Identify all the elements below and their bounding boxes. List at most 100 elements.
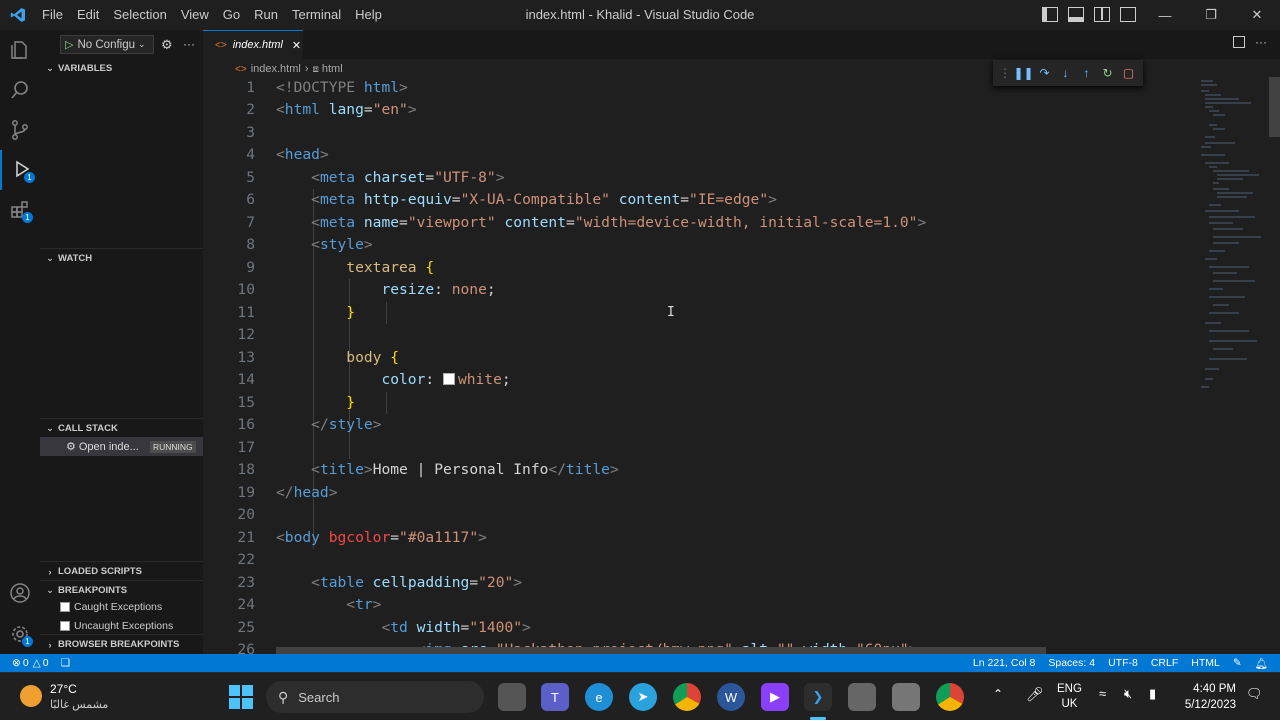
step-into-icon[interactable]: ↓: [1055, 66, 1076, 80]
window-title: index.html - Khalid - Visual Studio Code: [525, 7, 755, 22]
customize-layout-icon[interactable]: [1120, 7, 1136, 22]
weather-text[interactable]: مشمس غالبًا: [50, 698, 108, 711]
weather-icon[interactable]: [20, 685, 42, 707]
chrome-profile-icon[interactable]: [936, 683, 964, 711]
restart-icon[interactable]: ↻: [1097, 66, 1118, 80]
watch-header[interactable]: ⌄ WATCH: [40, 248, 203, 268]
microphone-icon[interactable]: 🎤︎: [1026, 686, 1044, 703]
split-editor-icon[interactable]: [1233, 36, 1245, 48]
call-stack-header[interactable]: ⌄ CALL STACK: [40, 418, 203, 438]
warning-icon[interactable]: △: [33, 657, 41, 669]
clock-date: 5/12/2023: [1184, 699, 1236, 711]
search-icon[interactable]: [0, 70, 40, 110]
accounts-icon[interactable]: [0, 573, 40, 613]
close-button[interactable]: ✕: [1234, 0, 1280, 30]
temperature[interactable]: 27°C: [50, 682, 77, 696]
pause-icon[interactable]: ❚❚: [1013, 66, 1034, 80]
menu-selection[interactable]: Selection: [106, 7, 173, 22]
encoding[interactable]: UTF-8: [1108, 657, 1138, 669]
menu-terminal[interactable]: Terminal: [285, 7, 348, 22]
code-editor[interactable]: 1 <!DOCTYPE html> 2 <html lang="en"> 3 4…: [203, 77, 1203, 654]
horizontal-scrollbar[interactable]: [276, 647, 1046, 654]
volume-muted-icon[interactable]: 🔇︎: [1124, 686, 1132, 702]
toggle-primary-sidebar-icon[interactable]: [1042, 7, 1058, 22]
line-number: 26: [237, 641, 255, 654]
windows-start-icon[interactable]: [229, 685, 253, 709]
explorer-icon[interactable]: [0, 30, 40, 70]
run-debug-icon[interactable]: 1: [0, 150, 40, 190]
menu-file[interactable]: File: [35, 7, 70, 22]
clock[interactable]: 4:40 PM 5/12/2023: [1180, 681, 1236, 713]
step-out-icon[interactable]: ↑: [1076, 66, 1097, 80]
browser-breakpoints-header[interactable]: › BROWSER BREAKPOINTS: [40, 634, 203, 654]
menu-run[interactable]: Run: [247, 7, 285, 22]
restore-button[interactable]: ❐: [1188, 0, 1234, 30]
menu-view[interactable]: View: [174, 7, 216, 22]
loaded-scripts-header[interactable]: › LOADED SCRIPTS: [40, 561, 203, 581]
editor-more-actions-icon[interactable]: ···: [1255, 35, 1267, 49]
uncaught-exceptions-checkbox[interactable]: [60, 621, 70, 631]
language-indicator[interactable]: ENG UK: [1057, 682, 1082, 712]
app-icon-2[interactable]: [892, 683, 920, 711]
language-mode[interactable]: HTML: [1191, 657, 1220, 669]
debug-config-dropdown[interactable]: ▷ No Configu ⌄: [60, 35, 154, 54]
extensions-icon[interactable]: 1: [0, 190, 40, 230]
toggle-panel-icon[interactable]: [1068, 7, 1084, 22]
manage-gear-icon[interactable]: 1: [0, 614, 40, 654]
error-count[interactable]: 0: [23, 657, 29, 669]
edge-icon[interactable]: e: [585, 683, 613, 711]
code-line: <head>: [276, 146, 329, 163]
word-icon[interactable]: W: [717, 683, 745, 711]
caught-exceptions-checkbox[interactable]: [60, 602, 70, 612]
end-of-line[interactable]: CRLF: [1151, 657, 1178, 669]
close-tab-icon[interactable]: ✕: [292, 39, 301, 52]
cursor-position[interactable]: Ln 221, Col 8: [973, 657, 1035, 669]
stop-icon[interactable]: ▢: [1118, 66, 1139, 80]
indentation[interactable]: Spaces: 4: [1048, 657, 1095, 669]
step-over-icon[interactable]: ↷: [1034, 66, 1055, 80]
toggle-secondary-sidebar-icon[interactable]: [1094, 7, 1110, 22]
vertical-scrollbar[interactable]: [1269, 77, 1280, 137]
call-stack-item[interactable]: ⚙ Open inde... RUNNING: [40, 437, 203, 456]
color-swatch[interactable]: [442, 373, 455, 385]
app-icon[interactable]: [848, 683, 876, 711]
chevron-right-icon: ›: [304, 63, 309, 75]
notifications-bell-icon[interactable]: 🔔︎: [1255, 657, 1268, 670]
start-debug-icon[interactable]: ▷: [65, 38, 73, 51]
chrome-icon[interactable]: [673, 683, 701, 711]
minimize-button[interactable]: —: [1142, 0, 1188, 30]
settings-badge: 1: [22, 636, 33, 647]
vscode-taskbar-icon[interactable]: ❯: [804, 683, 832, 711]
teams-icon[interactable]: T: [541, 683, 569, 711]
vscode-logo-icon[interactable]: [10, 7, 26, 23]
activity-bar: 1 1 1: [0, 30, 40, 654]
file-explorer-icon[interactable]: [498, 683, 526, 711]
warning-count[interactable]: 0: [43, 657, 49, 669]
taskbar-search[interactable]: ⚲ Search: [266, 681, 484, 713]
clipchamp-icon[interactable]: ▶: [761, 683, 789, 711]
menu-help[interactable]: Help: [348, 7, 389, 22]
wifi-icon[interactable]: ≈: [1099, 686, 1106, 701]
more-actions-icon[interactable]: ···: [183, 37, 195, 51]
debug-status-icon[interactable]: ❏: [61, 657, 70, 669]
tab-index-html[interactable]: <> index.html ✕: [203, 30, 303, 59]
line-number: 17: [237, 439, 255, 456]
breadcrumb-symbol[interactable]: html: [322, 63, 343, 75]
variables-header[interactable]: ⌄ VARIABLES: [40, 58, 203, 78]
breakpoints-header[interactable]: ⌄ BREAKPOINTS: [40, 580, 203, 600]
menu-edit[interactable]: Edit: [70, 7, 106, 22]
error-icon[interactable]: ⊗: [12, 657, 21, 669]
line-number: 20: [237, 506, 255, 523]
chevron-down-icon: ⌄: [46, 253, 54, 263]
drag-handle-icon[interactable]: ⋮⋮: [999, 66, 1023, 80]
source-control-icon[interactable]: [0, 110, 40, 150]
telegram-icon[interactable]: ➤: [629, 683, 657, 711]
show-hidden-icons-icon[interactable]: ⌃: [993, 687, 1003, 701]
feedback-icon[interactable]: ✎: [1233, 657, 1242, 669]
breadcrumb-file[interactable]: index.html: [251, 63, 301, 75]
notification-center-icon[interactable]: 🗨︎: [1246, 686, 1263, 702]
debug-settings-gear-icon[interactable]: ⚙: [161, 37, 173, 53]
minimap[interactable]: [1199, 77, 1269, 397]
menu-go[interactable]: Go: [216, 7, 247, 22]
battery-icon[interactable]: ▮: [1149, 686, 1156, 702]
